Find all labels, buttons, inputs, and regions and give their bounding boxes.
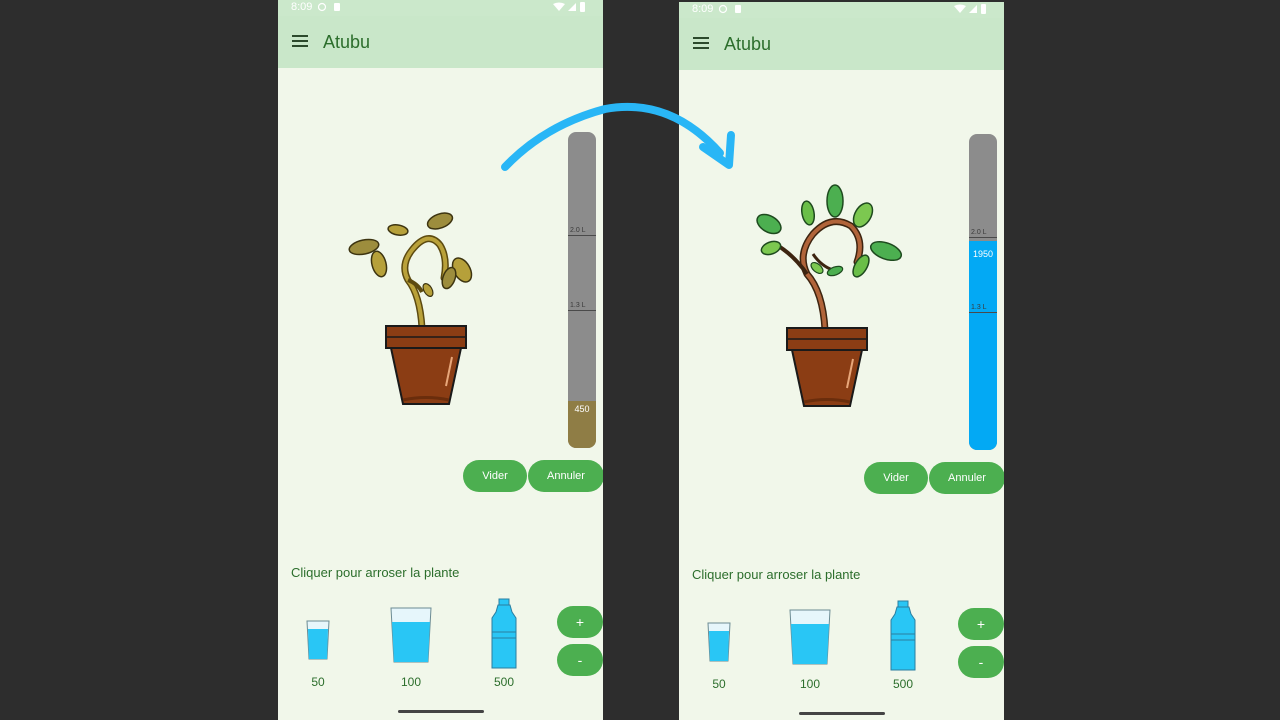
notification-icons: [718, 4, 743, 17]
app-bar: Atubu: [679, 18, 1004, 70]
app-title: Atubu: [323, 32, 371, 52]
gauge-mark-label-1-3l: 1.3 L: [971, 304, 987, 311]
increase-button[interactable]: +: [557, 606, 603, 638]
water-item-100[interactable]: 100: [780, 608, 840, 691]
wilted-plant-icon: [348, 212, 473, 405]
gauge-value: 1950: [972, 249, 994, 259]
watering-hint: Cliquer pour arroser la plante: [692, 567, 861, 582]
menu-icon[interactable]: [693, 37, 709, 49]
gauge-mark-1-3l: [969, 312, 997, 313]
small-glass-icon[interactable]: [288, 615, 348, 665]
home-indicator[interactable]: [398, 710, 484, 713]
status-bar: 8:09: [679, 2, 1004, 18]
water-item-100[interactable]: 100: [381, 606, 441, 689]
alarm-icon: [718, 4, 741, 14]
wifi-signal-battery-icon: [553, 2, 585, 12]
status-time: 8:09: [692, 3, 714, 15]
water-item-50[interactable]: 50: [689, 617, 749, 691]
transition-arrow-icon: [501, 102, 735, 171]
gauge-mark-2l: [969, 237, 997, 238]
water-item-label: 50: [712, 677, 726, 691]
water-level-gauge: 2.0 L 1.3 L 1950: [969, 134, 997, 450]
vider-button[interactable]: Vider: [864, 462, 928, 494]
home-indicator[interactable]: [799, 712, 885, 715]
healthy-plant-icon: [756, 184, 903, 407]
gauge-mark-label-1-3l: 1.3 L: [570, 302, 586, 309]
notification-icons: [317, 2, 342, 15]
app-bar: Atubu: [278, 16, 603, 68]
decrease-button[interactable]: -: [958, 646, 1004, 678]
decrease-button[interactable]: -: [557, 644, 603, 676]
large-glass-icon[interactable]: [381, 606, 441, 664]
wifi-signal-battery-icon: [954, 4, 986, 14]
water-item-label: 100: [799, 677, 821, 691]
vider-button[interactable]: Vider: [463, 460, 527, 492]
gauge-value: 450: [574, 404, 590, 414]
gauge-mark-label-2l: 2.0 L: [971, 229, 987, 236]
water-item-label: 500: [892, 677, 914, 691]
small-glass-icon[interactable]: [689, 617, 749, 667]
water-item-label: 100: [400, 675, 422, 689]
gauge-mark-label-2l: 2.0 L: [570, 227, 586, 234]
gauge-mark-2l: [568, 235, 596, 236]
bottle-icon[interactable]: [873, 600, 933, 672]
water-item-500[interactable]: 500: [474, 598, 534, 689]
status-time: 8:09: [291, 1, 313, 13]
alarm-icon: [317, 2, 340, 12]
menu-icon[interactable]: [292, 35, 308, 47]
water-level-gauge: 2.0 L 1.3 L 450: [568, 132, 596, 448]
annuler-button[interactable]: Annuler: [929, 462, 1004, 494]
system-icons: [553, 2, 587, 15]
water-item-500[interactable]: 500: [873, 600, 933, 691]
watering-hint: Cliquer pour arroser la plante: [291, 565, 460, 580]
system-icons: [954, 4, 988, 17]
status-bar: 8:09: [278, 0, 603, 16]
water-item-label: 500: [493, 675, 515, 689]
increase-button[interactable]: +: [958, 608, 1004, 640]
large-glass-icon[interactable]: [780, 608, 840, 666]
gauge-fill: [969, 241, 997, 450]
gauge-mark-1-3l: [568, 310, 596, 311]
app-title: Atubu: [724, 34, 772, 54]
annuler-button[interactable]: Annuler: [528, 460, 603, 492]
bottle-icon[interactable]: [474, 598, 534, 670]
water-item-label: 50: [311, 675, 325, 689]
water-item-50[interactable]: 50: [288, 615, 348, 689]
